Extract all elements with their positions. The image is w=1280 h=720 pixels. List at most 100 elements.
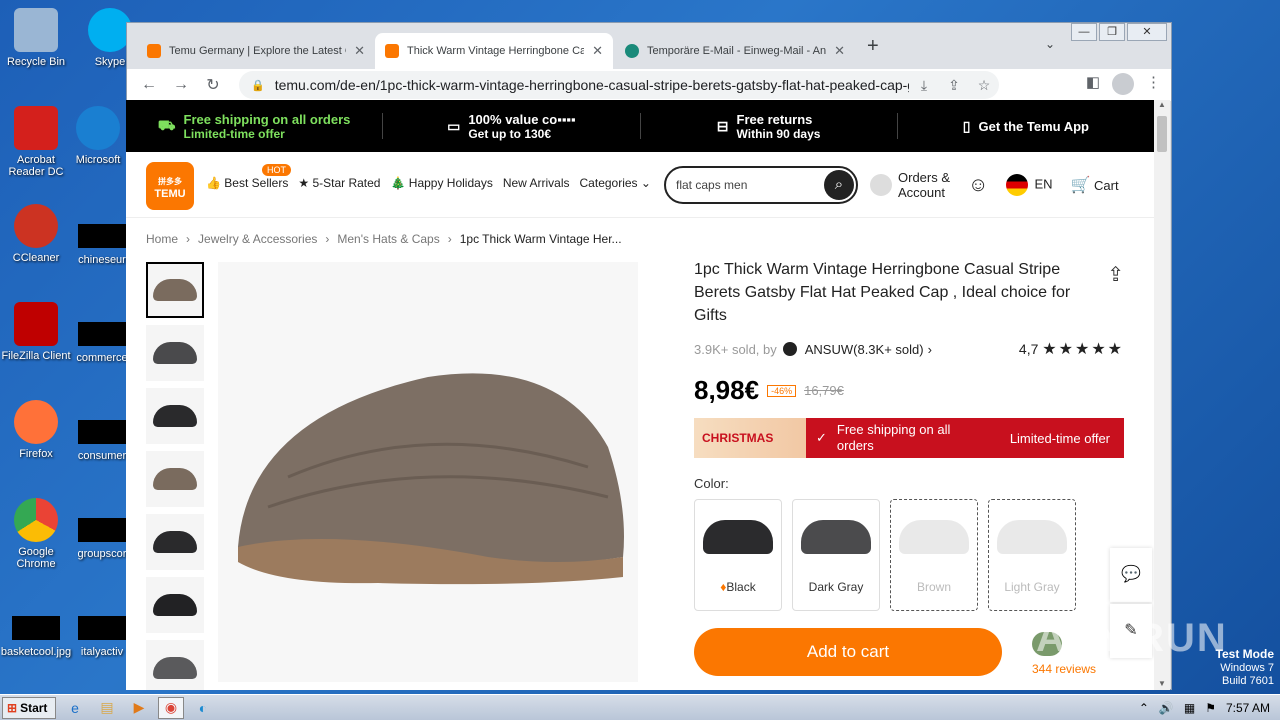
store-logo-icon <box>782 342 797 356</box>
phone-icon: ▯ <box>962 117 971 134</box>
new-tab-button[interactable]: + <box>867 35 879 58</box>
clock[interactable]: 7:57 AM <box>1226 701 1270 715</box>
tab-search-icon[interactable]: ⌄ <box>1045 37 1055 51</box>
tray-expand-icon[interactable]: ⌃ <box>1139 701 1149 715</box>
main-nav: 👍 Best Sellers ★ 5-Star Rated 🎄 Happy Ho… <box>206 176 651 190</box>
nav-five-star[interactable]: ★ 5-Star Rated <box>298 176 380 190</box>
close-button[interactable]: ✕ <box>1127 23 1167 41</box>
tab-temu-germany[interactable]: Temu Germany | Explore the Latest C ✕ <box>137 33 375 69</box>
promo-returns[interactable]: ⊟ Free returns Within 90 days <box>641 111 898 141</box>
explorer-taskbar-icon[interactable]: ▤ <box>94 697 120 719</box>
url-text[interactable]: temu.com/de-en/1pc-thick-warm-vintage-he… <box>275 77 909 93</box>
nav-happy-holidays[interactable]: 🎄 Happy Holidays <box>390 176 492 190</box>
share-icon[interactable]: ⇪ <box>1107 262 1124 287</box>
tab-close-icon[interactable]: ✕ <box>592 43 603 59</box>
add-to-cart-button[interactable]: Add to cart <box>694 628 1002 676</box>
language-selector[interactable]: EN <box>1006 174 1053 196</box>
start-button[interactable]: ⊞ Start <box>2 696 56 719</box>
bookmark-star-icon[interactable]: ☆ <box>969 77 999 94</box>
main-product-image[interactable] <box>218 262 638 682</box>
cap-image <box>153 657 197 679</box>
file-icon <box>78 518 126 542</box>
sold-count: 3.9K+ sold, by <box>694 341 777 357</box>
firefox-icon <box>14 400 58 444</box>
media-player-taskbar-icon[interactable]: ▶ <box>126 697 152 719</box>
scroll-thumb[interactable] <box>1157 116 1167 152</box>
swatch-name: ♦Black <box>720 580 755 594</box>
scroll-up-icon[interactable]: ▲ <box>1154 100 1170 114</box>
promo-line1: Get the Temu App <box>978 118 1089 134</box>
tab-title: Temporäre E-Mail - Einweg-Mail - Ano <box>647 45 827 57</box>
rating[interactable]: 4,7 ★★★★★ <box>1019 339 1124 359</box>
breadcrumb-hats[interactable]: Men's Hats & Caps <box>337 232 439 246</box>
network-icon[interactable]: ▦ <box>1184 701 1195 715</box>
edge-taskbar-icon[interactable]: ◐ <box>190 697 216 719</box>
chat-icon[interactable]: 💬 <box>1110 548 1152 602</box>
install-icon[interactable]: ⤓ <box>909 77 939 94</box>
store-link[interactable]: ANSUW(8.3K+ sold) <box>805 342 924 357</box>
share-icon[interactable]: ⇪ <box>939 77 969 94</box>
nav-new-arrivals[interactable]: New Arrivals <box>503 176 570 190</box>
desktop-icon-recycle-bin[interactable]: Recycle Bin <box>0 8 72 68</box>
thumbnail[interactable] <box>146 640 204 690</box>
thumbnail[interactable] <box>146 451 204 507</box>
desktop-icon-chrome[interactable]: Google Chrome <box>0 498 72 570</box>
promo-bar: ⛟ Free shipping on all orders Limited-tim… <box>126 100 1154 152</box>
search-box[interactable]: flat caps men ⌕ <box>664 166 858 204</box>
forward-button[interactable]: → <box>165 76 197 94</box>
profile-avatar-icon[interactable] <box>1112 73 1134 95</box>
thumbnail[interactable] <box>146 577 204 633</box>
desktop-icon-filezilla[interactable]: FileZilla Client <box>0 302 72 362</box>
desktop-icon-microsoft[interactable]: Microsoft <box>62 106 134 166</box>
swatch-dark-gray[interactable]: Dark Gray <box>792 499 880 611</box>
support-chat-icon[interactable]: ☺ <box>968 174 988 197</box>
tab-product[interactable]: Thick Warm Vintage Herringbone Ca ✕ <box>375 33 613 69</box>
search-input[interactable]: flat caps men <box>676 178 747 192</box>
side-panel-icon[interactable]: ◧ <box>1086 73 1100 95</box>
menu-kebab-icon[interactable]: ⋮ <box>1146 73 1161 95</box>
restore-button[interactable]: ❐ <box>1099 23 1125 41</box>
swatch-light-gray[interactable]: Light Gray <box>988 499 1076 611</box>
reload-button[interactable]: ↻ <box>197 75 229 95</box>
volume-icon[interactable]: 🔊 <box>1159 701 1174 715</box>
promo-line1: Free returns <box>736 111 813 127</box>
nav-categories[interactable]: Categories ⌄ <box>580 176 651 190</box>
thumbnail[interactable] <box>146 325 204 381</box>
price-row: 8,98€ -46% 16,79€ <box>694 375 1124 406</box>
breadcrumb-jewelry[interactable]: Jewelry & Accessories <box>198 232 317 246</box>
swatch-brown[interactable]: Brown <box>890 499 978 611</box>
promo-value[interactable]: ▭ 100% value co▪▪▪▪ Get up to 130€ <box>383 112 641 141</box>
orders-account[interactable]: Orders & Account <box>870 170 950 200</box>
tab-close-icon[interactable]: ✕ <box>354 43 365 59</box>
swatch-black[interactable]: ♦Black <box>694 499 782 611</box>
breadcrumb-home[interactable]: Home <box>146 232 178 246</box>
desktop-icon-ccleaner[interactable]: CCleaner <box>0 204 72 264</box>
search-icon[interactable]: ⌕ <box>824 170 854 200</box>
desktop-icon-label: Google Chrome <box>16 546 56 570</box>
desktop-icon-basketcool[interactable]: basketcool.jpg <box>0 606 72 658</box>
scroll-down-icon[interactable]: ▼ <box>1154 679 1170 688</box>
back-button[interactable]: ← <box>133 76 165 94</box>
thumbnail[interactable] <box>146 514 204 570</box>
desktop-icon-firefox[interactable]: Firefox <box>0 400 72 460</box>
chrome-taskbar-icon[interactable]: ◉ <box>158 696 184 719</box>
minimize-button[interactable]: — <box>1071 23 1097 41</box>
tab-temp-mail[interactable]: Temporäre E-Mail - Einweg-Mail - Ano ✕ <box>615 33 855 69</box>
filezilla-icon <box>14 302 58 346</box>
promo-get-app[interactable]: ▯ Get the Temu App <box>898 113 1154 139</box>
cart-button[interactable]: 🛒 Cart <box>1071 175 1119 195</box>
mail-favicon-icon <box>625 44 639 58</box>
start-label: Start <box>20 700 48 715</box>
flag-icon[interactable]: ⚑ <box>1205 701 1216 715</box>
thumbnail[interactable] <box>146 262 204 318</box>
tab-close-icon[interactable]: ✕ <box>834 43 845 59</box>
file-icon <box>78 224 126 248</box>
temu-logo[interactable]: 拼多多 TEMU <box>146 162 194 210</box>
ie-taskbar-icon[interactable]: e <box>62 697 88 719</box>
lock-icon: 🔒 <box>251 79 265 92</box>
promo-free-shipping[interactable]: ⛟ Free shipping on all orders Limited-tim… <box>126 112 384 141</box>
nav-best-sellers[interactable]: 👍 Best Sellers <box>206 176 288 190</box>
thumbnail[interactable] <box>146 388 204 444</box>
page-scrollbar[interactable]: ▲ ▼ <box>1154 100 1170 690</box>
address-bar[interactable]: 🔒 temu.com/de-en/1pc-thick-warm-vintage-… <box>239 71 999 99</box>
